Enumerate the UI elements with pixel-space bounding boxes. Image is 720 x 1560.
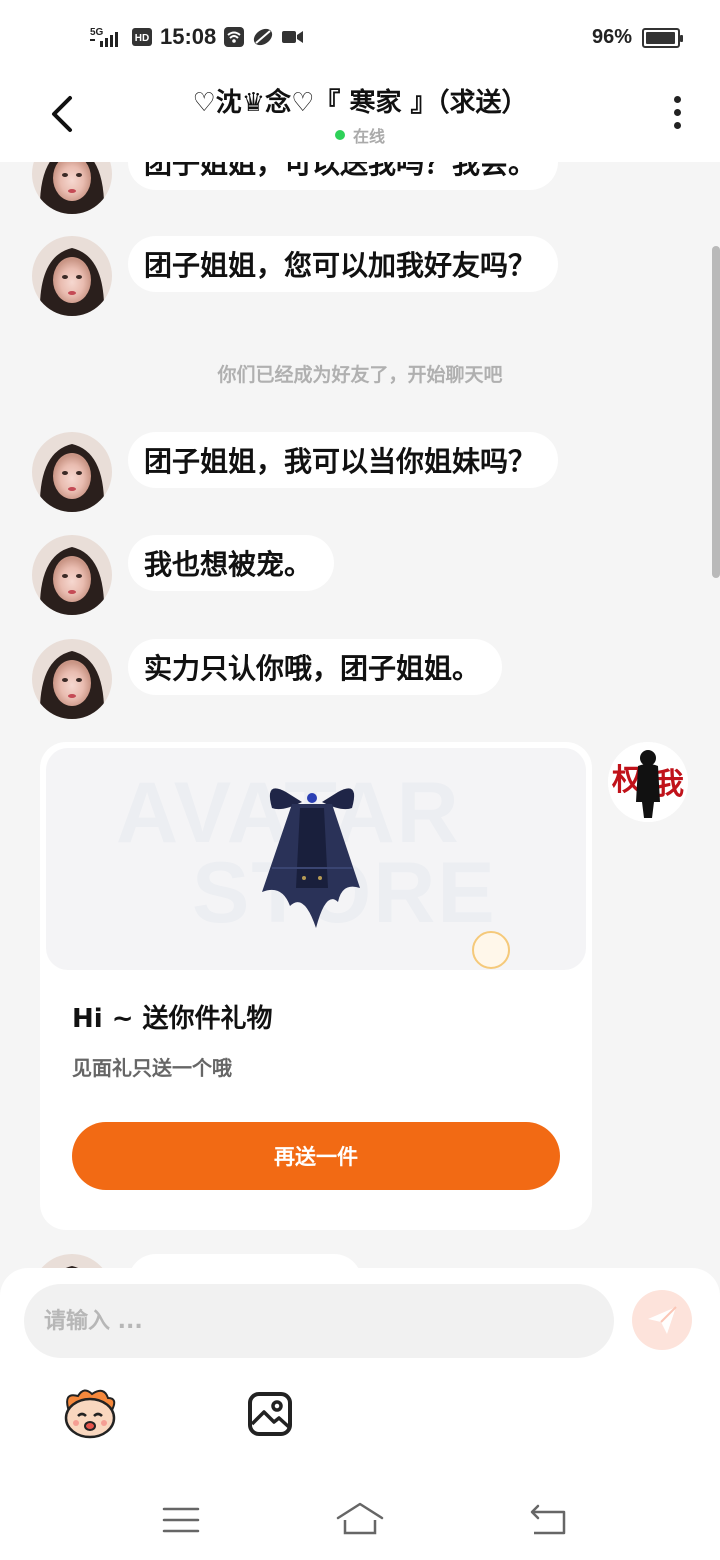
leaf-app-icon: [254, 28, 273, 46]
image-icon[interactable]: [246, 1390, 294, 1438]
list-item: 我也想被宠。: [32, 535, 335, 615]
message-bubble[interactable]: 我也想被宠。: [128, 535, 335, 591]
home-icon[interactable]: [336, 1500, 384, 1540]
status-bar: 5G HD 15:08 96%: [0, 0, 720, 78]
gift-subtitle: 见面礼只送一个哦: [72, 1056, 232, 1080]
gift-title: Hi ~ 送你件礼物: [72, 1004, 273, 1034]
gift-card[interactable]: AVATAR STORE Hi ~ 送你件礼物 见面礼只送一个哦 再送一件: [40, 742, 592, 1230]
message-bubble[interactable]: 实力只认你哦，团子姐姐。: [128, 639, 503, 695]
avatar[interactable]: [32, 236, 112, 316]
avatar[interactable]: [32, 1254, 112, 1268]
input-bar: [0, 1268, 720, 1486]
gift-badge-icon: [472, 931, 510, 969]
chevron-left-icon[interactable]: [44, 94, 84, 134]
header-title-group: ♡沈♛念♡『 寒家 』（求送） 在线: [120, 82, 600, 147]
emoji-icon[interactable]: [60, 1384, 120, 1440]
skirt-item-icon: [262, 788, 360, 928]
wifi-icon: [224, 27, 245, 47]
avatar[interactable]: [32, 535, 112, 615]
system-notice: 你们已经成为好友了，开始聊天吧: [217, 364, 503, 386]
svg-text:HD: HD: [135, 33, 149, 44]
scrollbar[interactable]: [712, 246, 720, 578]
page-title: ♡沈♛念♡『 寒家 』（求送）: [192, 88, 528, 118]
message-bubble[interactable]: 团子姐姐，我可以当你姐妹吗？: [128, 432, 559, 488]
signal-icon: 5G: [90, 27, 118, 47]
menu-icon[interactable]: [158, 1500, 206, 1540]
avatar[interactable]: [32, 432, 112, 512]
list-item: 团子姐姐，我可以当你姐妹吗？: [32, 432, 559, 512]
send-button[interactable]: [632, 1290, 692, 1350]
message-bubble[interactable]: 团子姐姐，可以送我吗？我会。: [128, 162, 559, 190]
online-dot-icon: [334, 130, 345, 140]
video-icon: [282, 31, 304, 43]
chat-header: ♡沈♛念♡『 寒家 』（求送） 在线: [0, 78, 720, 162]
online-status-text: 在线: [352, 127, 385, 146]
avatar[interactable]: [32, 639, 112, 719]
message-input[interactable]: [24, 1284, 614, 1358]
list-item: 团子姐姐，您可以加我好友吗？: [32, 236, 559, 316]
send-another-gift-button[interactable]: 再送一件: [72, 1122, 560, 1190]
svg-text:5G: 5G: [90, 27, 104, 38]
battery-fill: [646, 31, 675, 44]
battery-icon: [642, 27, 683, 48]
chat-list[interactable]: 团子姐姐，可以送我吗？我会。 团子姐姐，您可以加我好友吗？ 你们已经成为好友了，…: [0, 162, 720, 1268]
send-icon: [648, 1306, 677, 1334]
gift-image[interactable]: AVATAR STORE: [46, 748, 586, 970]
more-vertical-icon[interactable]: [670, 96, 684, 134]
online-status: 在线: [334, 123, 385, 147]
battery-percent: 96%: [591, 26, 632, 48]
message-bubble[interactable]: 姐姐，这个我也: [128, 1254, 363, 1268]
system-nav-bar: [0, 1486, 720, 1560]
list-item: 实力只认你哦，团子姐姐。: [32, 639, 503, 719]
avatar[interactable]: 权 我: [608, 742, 688, 822]
hd-icon: HD: [132, 28, 152, 46]
status-left: 5G HD 15:08: [90, 24, 304, 50]
status-right: 96%: [591, 26, 683, 49]
clock: 15:08: [160, 24, 217, 49]
list-item: 姐姐，这个我也: [32, 1254, 363, 1268]
list-item: 团子姐姐，可以送我吗？我会。: [32, 162, 559, 214]
message-bubble[interactable]: 团子姐姐，您可以加我好友吗？: [128, 236, 559, 292]
back-icon[interactable]: [524, 1500, 572, 1540]
avatar[interactable]: [32, 162, 112, 214]
